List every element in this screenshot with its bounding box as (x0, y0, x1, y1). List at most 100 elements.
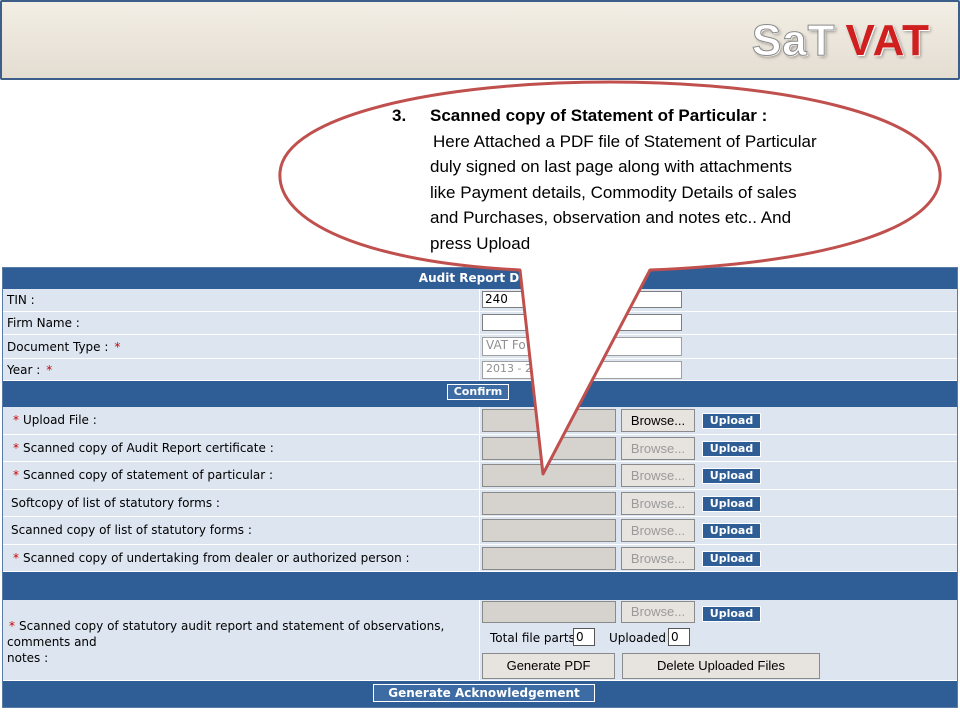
callout-number: 3. (392, 106, 407, 125)
upload-button[interactable]: Upload (702, 468, 761, 484)
upload-row: Softcopy of list of statutory forms : Bro… (3, 489, 957, 517)
required-marker: * (13, 413, 19, 428)
upload-row-label: Scanned copy of list of statutory forms … (3, 517, 480, 544)
upload-row-value-cell: Browse... Upload (480, 462, 957, 489)
callout-title-text: Scanned copy of Statement of Particular … (430, 106, 768, 125)
satvat-logo: SaT VAT (751, 16, 930, 66)
upload-row-label: * Scanned copy of statement of particular… (3, 462, 480, 489)
callout-text: 3. Scanned copy of Statement of Particula… (392, 103, 882, 256)
firm-label: Firm Name : (3, 312, 480, 334)
section-divider-bar (3, 572, 957, 600)
upload-row: * Scanned copy of statement of particular… (3, 462, 957, 490)
logo-sat-text: SaT (751, 16, 836, 66)
upload-row-label-text: Scanned copy of statement of particular … (23, 468, 274, 483)
required-marker: * (13, 440, 19, 455)
audit-label-line1: Scanned copy of statutory audit report a… (7, 619, 445, 649)
confirm-button[interactable]: Confirm (447, 384, 509, 400)
doc-type-row: Document Type : * VAT Fo (3, 335, 957, 359)
doc-type-value-cell: VAT Fo (480, 335, 957, 358)
file-path-field[interactable] (482, 436, 616, 460)
file-path-field[interactable] (482, 519, 616, 542)
browse-button[interactable]: Browse... (621, 409, 695, 432)
firm-row: Firm Name : (3, 312, 957, 335)
audit-upload-button[interactable]: Upload (702, 606, 761, 622)
upload-button[interactable]: Upload (702, 550, 761, 567)
upload-row: * Scanned copy of undertaking from dealer… (3, 544, 957, 572)
doc-type-select[interactable]: VAT Fo (482, 337, 682, 356)
file-path-field[interactable] (482, 409, 616, 432)
tin-label: TIN : (3, 289, 480, 311)
audit-report-form: Audit Report Deta TIN : 240 Firm Name : … (2, 267, 958, 708)
acknowledgement-bar: Generate Acknowledgement (3, 681, 957, 707)
file-path-field[interactable] (482, 491, 616, 515)
confirm-bar: Confirm (3, 381, 957, 407)
upload-row-value-cell: Browse... Upload (480, 434, 957, 461)
upload-row-label: Softcopy of list of statutory forms : (3, 489, 480, 516)
upload-row-label: * Scanned copy of undertaking from dealer… (3, 544, 480, 571)
section-title-bar: Audit Report Deta (3, 268, 957, 289)
firm-value-cell (480, 312, 957, 334)
callout-body: Here Attached a PDF file of Statement of… (392, 129, 882, 257)
callout-line: Here Attached a PDF file of Statement of… (433, 131, 817, 151)
firm-label-text: Firm Name : (7, 316, 80, 330)
callout-line: duly signed on last page along with atta… (430, 157, 792, 176)
upload-row: * Scanned copy of Audit Report certificat… (3, 434, 957, 462)
upload-button[interactable]: Upload (702, 440, 761, 457)
audit-browse-button[interactable]: Browse... (621, 601, 695, 623)
year-label-text: Year : (7, 362, 41, 377)
upload-button[interactable]: Upload (702, 413, 761, 429)
year-label: Year : * (3, 359, 480, 380)
tin-value-cell: 240 (480, 289, 957, 311)
delete-uploaded-files-button[interactable]: Delete Uploaded Files (622, 653, 820, 679)
upload-row-label-text: Scanned copy of Audit Report certificate… (23, 440, 274, 455)
required-marker: * (46, 362, 53, 377)
browse-button[interactable]: Browse... (621, 436, 695, 460)
uploaded-count-input[interactable]: 0 (668, 628, 690, 646)
audit-report-label: * Scanned copy of statutory audit report … (3, 600, 480, 680)
callout-line: and Purchases, observation and notes etc… (430, 208, 792, 227)
generate-pdf-button[interactable]: Generate PDF (482, 653, 615, 679)
tin-input[interactable]: 240 (482, 291, 682, 308)
upload-button[interactable]: Upload (702, 523, 761, 539)
doc-type-label: Document Type : * (3, 335, 480, 358)
callout-line: like Payment details, Commodity Details … (430, 182, 797, 202)
section-title: Audit Report Deta (418, 271, 542, 285)
tin-row: TIN : 240 (3, 289, 957, 312)
file-path-field[interactable] (482, 464, 616, 487)
uploaded-label: Uploaded (609, 631, 667, 645)
required-marker: * (9, 619, 15, 633)
audit-file-path-field[interactable] (482, 601, 616, 623)
year-select[interactable]: 2013 - 20 (482, 361, 682, 379)
required-marker: * (13, 468, 19, 483)
required-marker: * (13, 550, 19, 565)
audit-report-row: * Scanned copy of statutory audit report … (3, 600, 957, 681)
upload-button[interactable]: Upload (702, 495, 761, 512)
browse-button[interactable]: Browse... (621, 546, 695, 570)
doc-type-label-text: Document Type : (7, 339, 109, 354)
total-parts-input[interactable]: 0 (573, 628, 595, 646)
browse-button[interactable]: Browse... (621, 519, 695, 542)
tin-label-text: TIN : (7, 293, 35, 307)
firm-name-input[interactable] (482, 314, 682, 331)
upload-row: Scanned copy of list of statutory forms … (3, 517, 957, 545)
upload-row-value-cell: Browse... Upload (480, 407, 957, 434)
upload-row-label-text: Softcopy of list of statutory forms : (11, 495, 220, 510)
browse-button[interactable]: Browse... (621, 464, 695, 487)
file-path-field[interactable] (482, 546, 616, 570)
upload-row-label-text: Upload File : (23, 413, 97, 428)
logo-vat-text: VAT (845, 16, 930, 65)
upload-row-label: * Scanned copy of Audit Report certificat… (3, 434, 480, 461)
upload-row-value-cell: Browse... Upload (480, 544, 957, 571)
audit-report-label-text: * Scanned copy of statutory audit report … (7, 614, 479, 666)
header-banner: SaT VAT (0, 0, 960, 80)
upload-row: * Upload File : Browse... Upload (3, 407, 957, 435)
audit-label-line2: notes : (7, 651, 49, 665)
upload-row-label: * Upload File : (3, 407, 480, 434)
audit-report-value-cell: Browse... Upload Total file parts 0 Uplo… (480, 600, 957, 680)
generate-acknowledgement-button[interactable]: Generate Acknowledgement (373, 684, 595, 702)
required-marker: * (114, 339, 121, 354)
total-parts-label: Total file parts (490, 631, 575, 645)
upload-row-value-cell: Browse... Upload (480, 489, 957, 516)
year-value-cell: 2013 - 20 (480, 359, 957, 380)
browse-button[interactable]: Browse... (621, 491, 695, 515)
